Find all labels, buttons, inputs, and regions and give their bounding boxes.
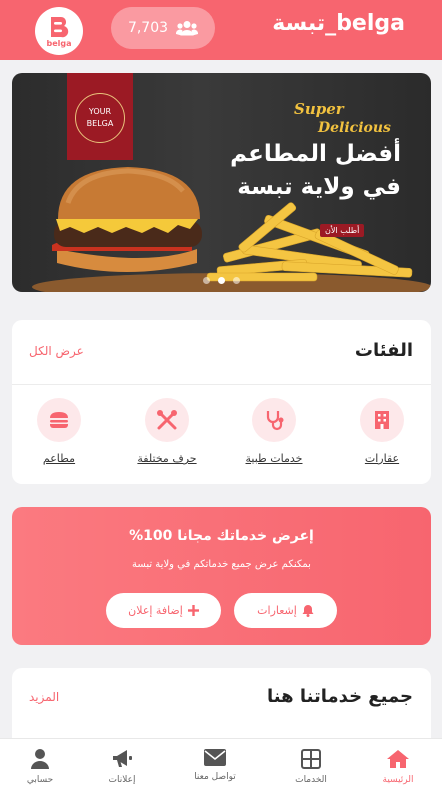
banner-headline: أفضل المطاعم في ولاية تبسة [161,138,401,204]
promo-banner[interactable]: YOUR BELGA Super Delicious أفضل المطاعم … [12,73,431,292]
nav-label: الرئيسية [382,775,414,785]
category-label: عقارات [364,452,400,465]
promo-title: إعرض خدماتك مجانا 100% [129,528,314,544]
nav-label: الخدمات [295,775,327,785]
promo-subtitle: بمكنكم عرض جميع خدماتكم في ولاية تبسة [132,559,311,570]
banner-headline-line-1: أفضل المطاعم [230,141,401,167]
promo-card: إعرض خدماتك مجانا 100% بمكنكم عرض جميع خ… [12,507,431,645]
building-icon [360,398,404,442]
tools-icon [145,398,189,442]
notifications-button[interactable]: إشعارات [234,593,337,628]
view-all-link[interactable]: عرض الكل [29,344,84,358]
app-logo[interactable]: belga [35,7,83,55]
more-link[interactable]: المزيد [29,690,59,704]
app-title: belga_تبسة [272,11,405,36]
banner-headline-line-2: في ولاية تبسة [237,174,401,200]
nav-contact[interactable]: تواصل معنا [175,749,255,782]
top-bar: belga 7,703 belga_تبسة [0,0,442,60]
nav-label: تواصل معنا [194,772,236,782]
order-now-tag[interactable]: أطلب الأن [320,224,365,237]
nav-label: إعلانات [108,775,136,785]
delicious-text: Delicious [318,120,391,136]
logo-b-icon [51,17,69,38]
users-icon [176,21,199,36]
logo-text: belga [46,39,72,48]
category-label: مطاعم [42,452,76,465]
category-label: حرف مختلفة [137,452,197,465]
category-medical[interactable]: خدمات طبية [224,398,324,465]
nav-home[interactable]: الرئيسية [358,749,438,785]
category-real-estate[interactable]: عقارات [332,398,432,465]
envelope-icon [204,749,226,766]
carousel-dot[interactable] [203,277,210,284]
nav-account[interactable]: حسابي [0,749,80,785]
category-crafts[interactable]: حرف مختلفة [117,398,217,465]
grid-icon [301,749,321,769]
nav-services[interactable]: الخدمات [271,749,351,785]
carousel-dot[interactable] [233,277,240,284]
notifications-label: إشعارات [257,604,297,617]
categories-title: الفئات [354,340,413,361]
home-icon [387,750,409,768]
super-text: Super [294,100,344,118]
bell-icon [302,605,314,617]
category-restaurants[interactable]: مطاعم [9,398,109,465]
stethoscope-icon [252,398,296,442]
user-icon [31,749,49,769]
bottom-navigation: الرئيسية الخدمات تواصل معنا إعلانات حساب… [0,738,442,800]
nav-ads[interactable]: إعلانات [82,749,162,785]
burger-icon [37,398,81,442]
users-count-pill[interactable]: 7,703 [111,7,215,49]
plus-icon [187,605,199,616]
megaphone-icon [113,750,132,767]
categories-header: الفئات عرض الكل [12,320,431,385]
add-ad-label: إضافة إعلان [128,604,183,617]
categories-row: عقارات خدمات طبية حرف مختلفة مطاعم [12,398,431,474]
nav-label: حسابي [26,775,54,785]
category-label: خدمات طبية [245,452,303,465]
add-ad-button[interactable]: إضافة إعلان [106,593,221,628]
services-title: جميع خدماتنا هنا [267,686,413,707]
categories-card: الفئات عرض الكل عقارات خدمات طبية حرف مخ… [12,320,431,484]
users-count: 7,703 [127,20,169,36]
carousel-dot-active[interactable] [218,277,225,284]
carousel-indicators [12,277,431,284]
